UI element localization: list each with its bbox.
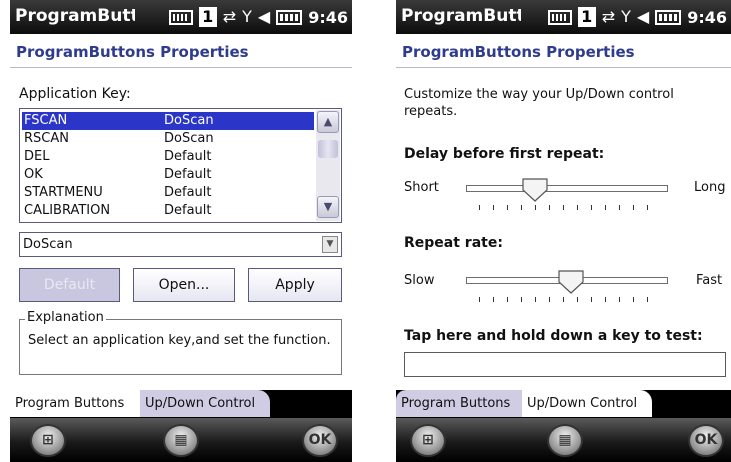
list-item[interactable]: FSCAN DoScan bbox=[22, 112, 314, 130]
updown-control-screen: ProgramButt 1 ⇄ Y ◀ 9:46 ProgramButtons … bbox=[396, 0, 731, 462]
list-item-key: STARTMENU bbox=[24, 185, 103, 200]
battery-icon bbox=[655, 9, 682, 25]
page-header: ProgramButtons Properties bbox=[396, 34, 731, 68]
apply-button[interactable]: Apply bbox=[248, 268, 342, 302]
list-scrollbar[interactable]: ▲ ▼ bbox=[316, 110, 340, 221]
volume-icon: ◀ bbox=[257, 7, 271, 26]
delay-slider-track[interactable] bbox=[466, 185, 668, 192]
tab-bar: Program Buttons Up/Down Control bbox=[10, 390, 352, 418]
scroll-thumb[interactable] bbox=[318, 140, 338, 158]
keyboard-icon[interactable]: ▦ bbox=[547, 424, 583, 457]
ok-button[interactable]: OK bbox=[302, 424, 338, 457]
list-item-key: FSCAN bbox=[24, 113, 68, 128]
list-item-function: Default bbox=[164, 185, 212, 200]
description-text: Customize the way your Up/Down control r… bbox=[404, 87, 674, 119]
antenna-icon: Y bbox=[242, 7, 252, 26]
page-title: ProgramButtons Properties bbox=[402, 43, 635, 61]
antenna-icon: Y bbox=[621, 7, 631, 26]
rate-min-label: Slow bbox=[404, 273, 435, 288]
page-title: ProgramButtons Properties bbox=[16, 43, 249, 61]
program-buttons-screen: ProgramButt 1 ⇄ Y ◀ 9:46 ProgramButtons … bbox=[10, 0, 352, 462]
delay-slider-ticks bbox=[479, 205, 659, 210]
scroll-down-arrow-icon[interactable]: ▼ bbox=[317, 196, 339, 218]
windows-start-icon[interactable]: ⊞ bbox=[410, 424, 446, 457]
rate-label: Repeat rate: bbox=[404, 235, 503, 251]
explanation-legend: Explanation bbox=[25, 310, 106, 325]
status-title: ProgramButt bbox=[401, 6, 521, 26]
volume-icon: ◀ bbox=[636, 7, 650, 26]
signal-meter-icon bbox=[168, 9, 193, 25]
scroll-up-arrow-icon[interactable]: ▲ bbox=[317, 111, 339, 133]
rate-max-label: Fast bbox=[696, 273, 723, 288]
list-item[interactable]: DEL Default bbox=[22, 148, 314, 166]
delay-min-label: Short bbox=[404, 180, 439, 195]
soft-key-bar: ⊞ ▦ OK bbox=[10, 418, 352, 462]
list-item-function: Default bbox=[164, 203, 212, 218]
list-item-key: RSCAN bbox=[24, 131, 69, 146]
status-time: 9:46 bbox=[687, 7, 727, 27]
windows-start-icon[interactable]: ⊞ bbox=[30, 424, 66, 457]
status-icons: 1 ⇄ Y ◀ 9:46 bbox=[168, 5, 348, 29]
tab-bar: Program Buttons Up/Down Control bbox=[396, 390, 731, 418]
list-item[interactable]: RSCAN DoScan bbox=[22, 130, 314, 148]
default-button[interactable]: Default bbox=[19, 268, 120, 302]
sync-icon: ⇄ bbox=[222, 7, 237, 26]
delay-slider-thumb[interactable] bbox=[522, 178, 548, 202]
tab-program-buttons[interactable]: Program Buttons bbox=[396, 390, 522, 417]
status-title: ProgramButt bbox=[15, 6, 135, 26]
status-bar[interactable]: ProgramButt 1 ⇄ Y ◀ 9:46 bbox=[396, 0, 731, 34]
rate-slider-thumb[interactable] bbox=[558, 270, 584, 294]
function-combobox[interactable]: DoScan ▼ bbox=[19, 232, 342, 257]
application-key-list[interactable]: FSCAN DoScan RSCAN DoScan DEL Default OK… bbox=[19, 108, 342, 223]
test-input[interactable] bbox=[404, 352, 726, 377]
list-item-function: Default bbox=[164, 149, 212, 164]
status-time: 9:46 bbox=[308, 7, 348, 27]
rate-slider-ticks bbox=[479, 297, 659, 302]
sync-icon: ⇄ bbox=[601, 7, 616, 26]
signal-meter-icon bbox=[547, 9, 572, 25]
combo-value: DoScan bbox=[23, 237, 73, 252]
list-item-function: DoScan bbox=[164, 113, 214, 128]
page-header: ProgramButtons Properties bbox=[10, 34, 352, 68]
list-item-function: Default bbox=[164, 167, 212, 182]
explanation-text: Select an application key,and set the fu… bbox=[28, 333, 331, 348]
status-number: 1 bbox=[577, 7, 596, 27]
list-item-function: DoScan bbox=[164, 131, 214, 146]
test-label: Tap here and hold down a key to test: bbox=[404, 328, 703, 344]
tab-program-buttons[interactable]: Program Buttons bbox=[10, 390, 140, 417]
battery-icon bbox=[276, 9, 303, 25]
list-item[interactable]: STARTMENU Default bbox=[22, 184, 314, 202]
ok-button[interactable]: OK bbox=[688, 424, 724, 457]
keyboard-icon[interactable]: ▦ bbox=[163, 424, 199, 457]
list-item-key: DEL bbox=[24, 149, 50, 164]
soft-key-bar: ⊞ ▦ OK bbox=[396, 418, 731, 462]
status-icons: 1 ⇄ Y ◀ 9:46 bbox=[547, 5, 727, 29]
list-item-key: CALIBRATION bbox=[24, 203, 111, 218]
status-number: 1 bbox=[198, 7, 217, 27]
delay-max-label: Long bbox=[694, 180, 726, 195]
application-key-label: Application Key: bbox=[19, 86, 131, 102]
list-item-key: OK bbox=[24, 167, 43, 182]
delay-label: Delay before first repeat: bbox=[404, 146, 605, 162]
tab-updown-control[interactable]: Up/Down Control bbox=[522, 390, 652, 417]
tab-updown-control[interactable]: Up/Down Control bbox=[140, 390, 270, 417]
list-item[interactable]: CALIBRATION Default bbox=[22, 202, 314, 220]
open-button[interactable]: Open... bbox=[133, 268, 235, 302]
list-item[interactable]: OK Default bbox=[22, 166, 314, 184]
status-bar[interactable]: ProgramButt 1 ⇄ Y ◀ 9:46 bbox=[10, 0, 352, 34]
dropdown-arrow-icon[interactable]: ▼ bbox=[322, 236, 338, 253]
